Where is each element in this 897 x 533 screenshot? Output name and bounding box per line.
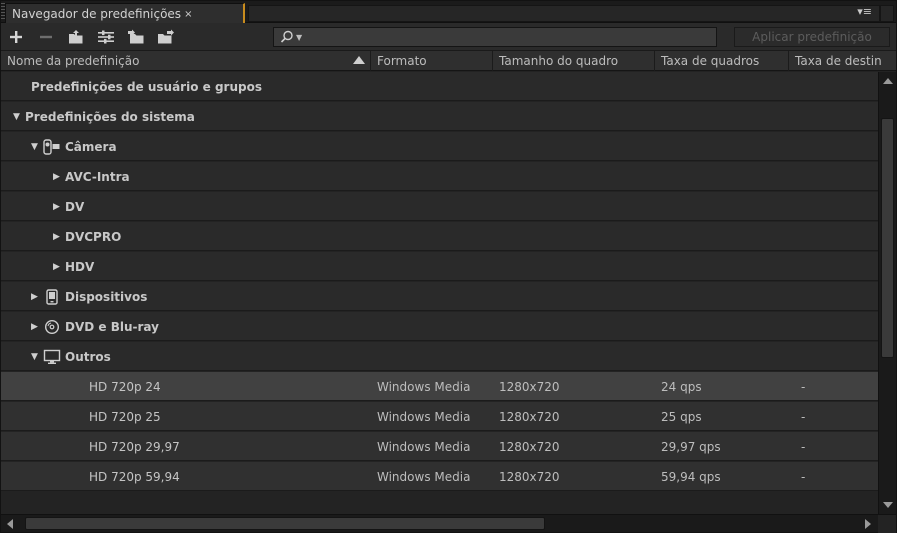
horizontal-scrollbar[interactable] [1, 514, 896, 533]
monitor-icon [43, 349, 61, 365]
preset-format: Windows Media [377, 379, 471, 394]
camera-icon [43, 138, 61, 155]
preset-target-rate: - [801, 469, 806, 484]
expand-triangle-icon[interactable]: ▶ [31, 322, 43, 332]
scrollbar-corner [878, 515, 896, 533]
expand-triangle-icon[interactable]: ▼ [13, 112, 25, 122]
tab-title: Navegador de predefinições [12, 7, 182, 21]
expand-triangle-icon[interactable]: ▼ [31, 352, 43, 362]
device-icon [43, 288, 61, 305]
vertical-scroll-thumb[interactable] [881, 118, 894, 358]
tab-bar: Navegador de predefinições × ▾≡ [1, 1, 896, 24]
preset-tree: Predefinições de usuário e grupos ▼ Pred… [1, 72, 878, 514]
preset-frame-size: 1280x720 [499, 439, 560, 454]
scroll-up-icon[interactable] [883, 78, 893, 84]
tree-row-camera[interactable]: ▼ Câmera [1, 132, 878, 161]
preset-target-rate: - [801, 439, 806, 454]
column-header-frame-size[interactable]: Tamanho do quadro [493, 51, 655, 71]
expand-triangle-icon[interactable]: ▶ [53, 172, 65, 182]
chevron-down-icon[interactable]: ▼ [296, 33, 302, 42]
horizontal-scroll-thumb[interactable] [25, 517, 545, 530]
row-label: Dispositivos [65, 289, 148, 304]
preset-frame-rate: 24 qps [661, 379, 702, 394]
column-header-row: Nome da predefinição Formato Tamanho do … [1, 51, 896, 71]
plus-icon[interactable] [5, 27, 27, 47]
scroll-down-icon[interactable] [883, 502, 893, 508]
preset-name: HD 720p 25 [89, 409, 161, 424]
import-icon[interactable] [125, 27, 147, 47]
search-field[interactable]: ▼ [273, 27, 717, 47]
expand-triangle-icon[interactable]: ▼ [31, 142, 43, 152]
tree-row-dv[interactable]: ▶ DV [1, 192, 878, 221]
tree-row-dvcpro[interactable]: ▶ DVCPRO [1, 222, 878, 251]
preset-format: Windows Media [377, 469, 471, 484]
row-label: Predefinições de usuário e grupos [31, 79, 262, 94]
preset-name: HD 720p 29,97 [89, 439, 180, 454]
column-header-target-rate[interactable]: Taxa de destin [789, 51, 896, 71]
tree-row-avc-intra[interactable]: ▶ AVC-Intra [1, 162, 878, 191]
preset-frame-size: 1280x720 [499, 469, 560, 484]
tree-row-hdv[interactable]: ▶ HDV [1, 252, 878, 281]
search-input[interactable] [310, 29, 710, 45]
tree-row-dvd-bluray[interactable]: ▶ DVD e Blu-ray [1, 312, 878, 341]
preset-frame-rate: 59,94 qps [661, 469, 721, 484]
tree-row-others[interactable]: ▼ Outros [1, 342, 878, 371]
preset-row-hd720p24[interactable]: HD 720p 24 Windows Media 1280x720 24 qps… [1, 372, 878, 401]
preset-frame-rate: 25 qps [661, 409, 702, 424]
preset-name: HD 720p 59,94 [89, 469, 180, 484]
preset-row-hd720p25[interactable]: HD 720p 25 Windows Media 1280x720 25 qps… [1, 402, 878, 431]
expand-triangle-icon[interactable]: ▶ [53, 202, 65, 212]
row-label: DV [65, 199, 85, 214]
tree-row-devices[interactable]: ▶ Dispositivos [1, 282, 878, 311]
preset-row-hd720p5994[interactable]: HD 720p 59,94 Windows Media 1280x720 59,… [1, 462, 878, 491]
search-icon [280, 30, 293, 43]
vertical-scrollbar[interactable] [878, 72, 896, 514]
row-label: Predefinições do sistema [25, 109, 195, 124]
scroll-left-icon[interactable] [7, 519, 13, 529]
preset-format: Windows Media [377, 439, 471, 454]
preset-target-rate: - [801, 409, 806, 424]
preset-format: Windows Media [377, 409, 471, 424]
column-header-format[interactable]: Formato [371, 51, 493, 71]
preset-target-rate: - [801, 379, 806, 394]
column-header-name[interactable]: Nome da predefinição [1, 51, 371, 71]
row-label: HDV [65, 259, 95, 274]
tree-row-user-presets[interactable]: Predefinições de usuário e grupos [1, 72, 878, 101]
expand-triangle-icon[interactable]: ▶ [53, 232, 65, 242]
tree-row-system-presets[interactable]: ▼ Predefinições do sistema [1, 102, 878, 131]
preset-frame-size: 1280x720 [499, 409, 560, 424]
panel-menu-icon[interactable]: ▾≡ [857, 5, 872, 18]
expand-triangle-icon[interactable]: ▶ [53, 262, 65, 272]
toolbar: ▼ Aplicar predefinição [1, 23, 896, 51]
close-icon[interactable]: × [184, 9, 192, 20]
row-label: AVC-Intra [65, 169, 130, 184]
preset-browser-panel: Navegador de predefinições × ▾≡ ▼ Aplica… [0, 0, 897, 533]
new-group-icon[interactable] [65, 27, 87, 47]
preset-row-hd720p2997[interactable]: HD 720p 29,97 Windows Media 1280x720 29,… [1, 432, 878, 461]
tab-bar-fill [248, 5, 880, 22]
column-header-frame-rate[interactable]: Taxa de quadros [655, 51, 789, 71]
tab-preset-browser[interactable]: Navegador de predefinições × [5, 3, 245, 24]
minus-icon[interactable] [35, 27, 57, 47]
preset-name: HD 720p 24 [89, 379, 161, 394]
preset-frame-size: 1280x720 [499, 379, 560, 394]
row-label: DVD e Blu-ray [65, 319, 159, 334]
row-label: Outros [65, 349, 111, 364]
scroll-right-icon[interactable] [865, 519, 871, 529]
row-label: Câmera [65, 139, 117, 154]
settings-icon[interactable] [95, 27, 117, 47]
preset-frame-rate: 29,97 qps [661, 439, 721, 454]
expand-triangle-icon[interactable]: ▶ [31, 292, 43, 302]
row-label: DVCPRO [65, 229, 122, 244]
sort-ascending-icon[interactable] [353, 56, 365, 64]
apply-preset-button[interactable]: Aplicar predefinição [734, 27, 890, 47]
disc-icon [43, 319, 61, 335]
tab-bar-end [880, 5, 894, 22]
export-icon[interactable] [155, 27, 177, 47]
